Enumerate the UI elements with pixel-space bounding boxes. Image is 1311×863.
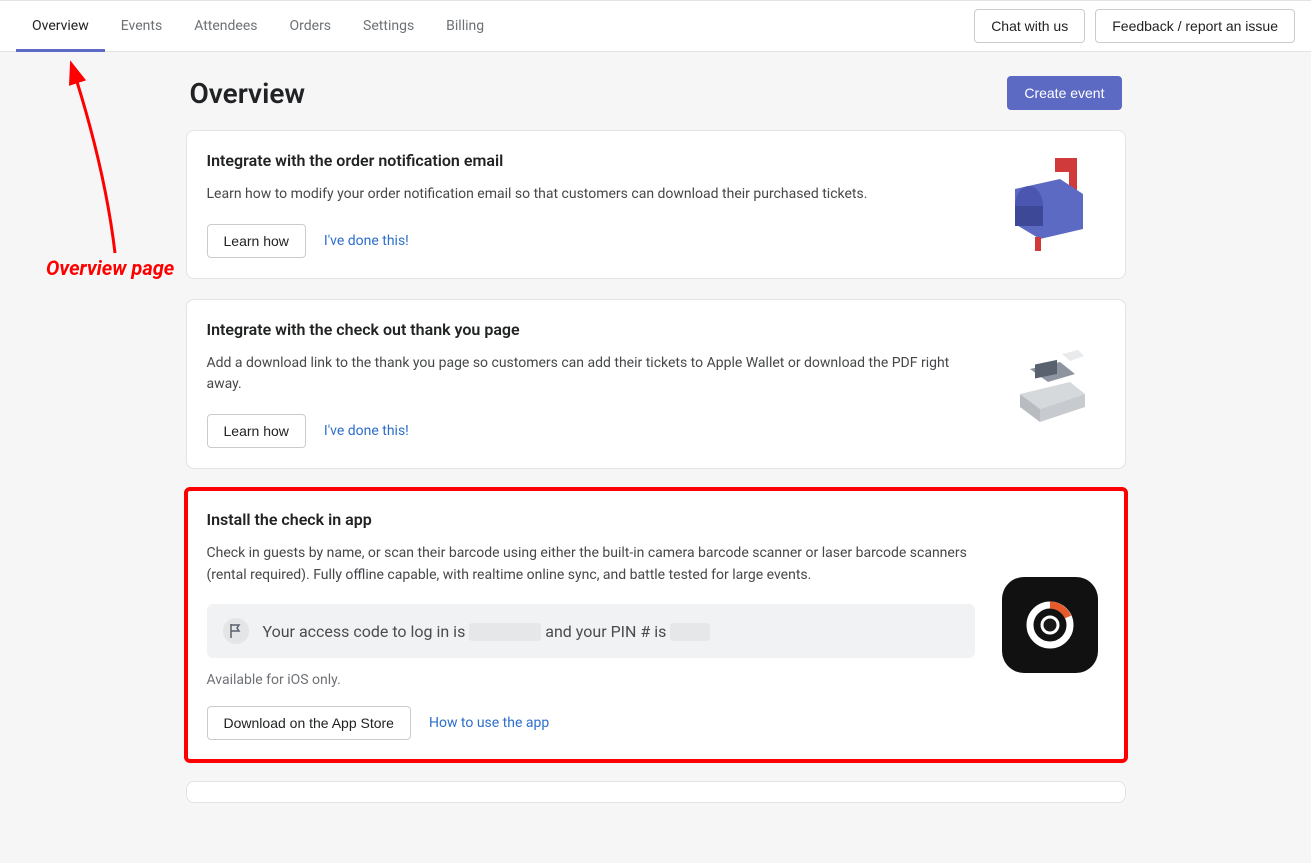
done-link[interactable]: I've done this! [324,423,409,439]
ios-only-note: Available for iOS only. [207,672,975,688]
annotation-label: Overview page [46,256,174,280]
card-actions: Learn how I've done this! [207,224,975,258]
card-actions: Learn how I've done this! [207,414,975,448]
mailbox-icon [995,151,1105,258]
topbar-actions: Chat with us Feedback / report an issue [974,9,1295,43]
tab-overview[interactable]: Overview [16,1,105,51]
card-title: Integrate with the order notification em… [207,151,975,170]
flag-icon [223,618,249,644]
access-code-text: Your access code to log in is and your P… [263,622,711,642]
card-thankyou-integration: Integrate with the check out thank you p… [186,299,1126,469]
page-content: Overview Create event Integrate with the… [186,52,1126,863]
chat-button[interactable]: Chat with us [974,9,1085,43]
card-partial [186,781,1126,803]
page-header: Overview Create event [186,76,1126,110]
learn-how-button[interactable]: Learn how [207,414,306,448]
pin-redacted [670,623,710,641]
tab-events[interactable]: Events [105,1,178,51]
banner-text-pre: Your access code to log in is [263,622,470,641]
access-code-redacted [469,623,541,641]
tab-attendees[interactable]: Attendees [178,1,273,51]
app-icon [995,510,1105,740]
card-checkin-app: Install the check in app Check in guests… [186,489,1126,761]
card-description: Learn how to modify your order notificat… [207,184,975,206]
page-title: Overview [190,77,306,110]
card-body: Integrate with the check out thank you p… [207,320,975,448]
nav-tabs: Overview Events Attendees Orders Setting… [16,1,500,51]
tab-settings[interactable]: Settings [347,1,430,51]
card-title: Install the check in app [207,510,975,529]
learn-how-button[interactable]: Learn how [207,224,306,258]
create-event-button[interactable]: Create event [1007,76,1121,110]
feedback-button[interactable]: Feedback / report an issue [1095,9,1295,43]
download-appstore-button[interactable]: Download on the App Store [207,706,411,740]
card-body: Install the check in app Check in guests… [207,510,975,740]
card-actions: Download on the App Store How to use the… [207,706,975,740]
card-body: Integrate with the order notification em… [207,151,975,258]
topbar: Overview Events Attendees Orders Setting… [0,0,1311,52]
done-link[interactable]: I've done this! [324,233,409,249]
annotation-arrow [60,58,150,258]
banner-text-mid: and your PIN # is [545,622,670,641]
card-description: Add a download link to the thank you pag… [207,353,975,396]
tab-orders[interactable]: Orders [274,1,348,51]
access-code-banner: Your access code to log in is and your P… [207,604,975,658]
how-to-use-link[interactable]: How to use the app [429,715,549,731]
register-icon [995,320,1105,448]
tab-billing[interactable]: Billing [430,1,500,51]
card-email-integration: Integrate with the order notification em… [186,130,1126,279]
card-title: Integrate with the check out thank you p… [207,320,975,339]
card-description: Check in guests by name, or scan their b… [207,543,975,586]
